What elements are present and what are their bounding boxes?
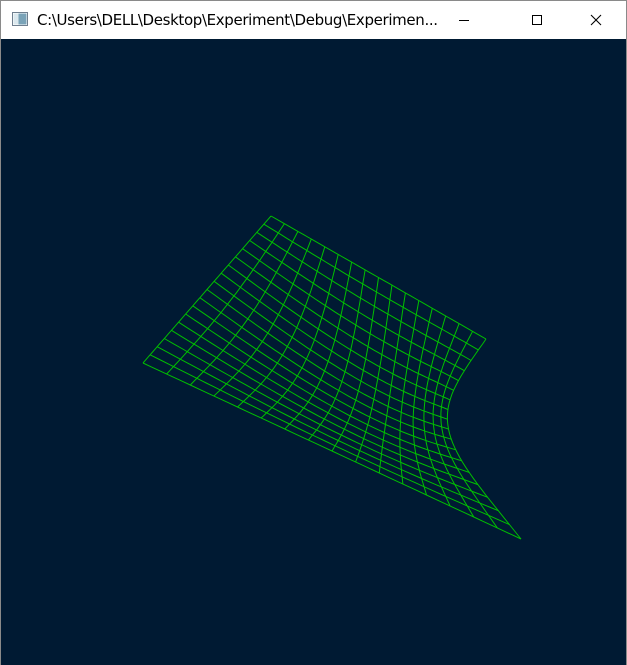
- title-bar[interactable]: C:\Users\DELL\Desktop\Experiment\Debug\E…: [1, 1, 626, 39]
- mesh-line-u: [263, 223, 479, 351]
- mesh-line-u: [256, 231, 472, 361]
- console-window: C:\Users\DELL\Desktop\Experiment\Debug\E…: [0, 0, 627, 665]
- minimize-button[interactable]: [441, 1, 487, 39]
- mesh-line-v: [378, 292, 406, 474]
- mesh-line-u: [235, 256, 454, 391]
- viewport-bottom: [1, 612, 626, 665]
- maximize-button[interactable]: [514, 1, 560, 39]
- mesh-line-v: [432, 323, 475, 518]
- window-title: C:\Users\DELL\Desktop\Experiment\Debug\E…: [37, 11, 438, 29]
- mesh-line-v: [166, 223, 285, 375]
- wireframe-surface: [142, 215, 522, 540]
- mesh-line-v: [331, 277, 379, 452]
- mesh-line-u: [149, 354, 510, 526]
- mesh-line-u: [249, 240, 465, 372]
- maximize-icon: [532, 15, 542, 25]
- mesh-line-u: [206, 289, 449, 430]
- close-button[interactable]: [573, 1, 619, 39]
- mesh-line-v: [423, 315, 451, 507]
- close-icon: [590, 14, 602, 26]
- minimize-icon: [459, 20, 469, 21]
- mesh-line-v: [237, 246, 326, 408]
- console-app-icon: [12, 12, 28, 26]
- render-viewport[interactable]: [1, 39, 626, 612]
